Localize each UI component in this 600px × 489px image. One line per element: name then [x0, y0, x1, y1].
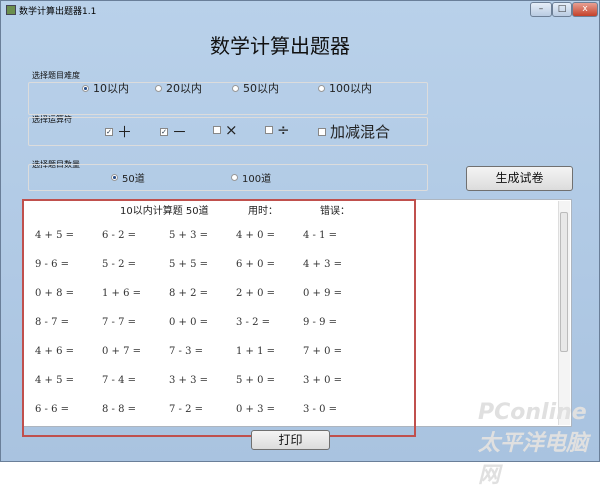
option-label: 20以内	[166, 82, 202, 95]
minimize-button[interactable]: –	[530, 2, 552, 17]
radio-button[interactable]	[111, 174, 118, 181]
operator-option[interactable]: ×	[213, 121, 238, 139]
count-option[interactable]: 100道	[231, 170, 271, 185]
option-label: ÷	[277, 121, 290, 139]
option-label: 50道	[122, 174, 145, 185]
radio-button[interactable]	[232, 84, 239, 92]
page-title: 数学计算出题器	[210, 34, 350, 58]
difficulty-option[interactable]: 100以内	[318, 80, 372, 96]
difficulty-option[interactable]: 10以内	[82, 80, 129, 96]
checkbox[interactable]: ✓	[105, 127, 113, 136]
option-label: ×	[225, 121, 238, 139]
option-label: 加减混合	[330, 123, 391, 141]
option-label: 100以内	[329, 82, 372, 95]
checkbox[interactable]	[265, 126, 273, 134]
count-option[interactable]: 50道	[111, 170, 145, 185]
checkbox[interactable]	[213, 126, 221, 134]
radio-button[interactable]	[231, 174, 238, 181]
app-icon	[6, 5, 16, 15]
radio-button[interactable]	[155, 84, 162, 92]
option-label: 10以内	[93, 82, 129, 95]
maximize-button[interactable]: □	[552, 2, 572, 17]
option-label: ＋	[117, 123, 133, 141]
checkbox[interactable]	[318, 127, 326, 136]
option-label: －	[172, 123, 188, 141]
window-title: 数学计算出题器1.1	[19, 7, 97, 17]
radio-button[interactable]	[82, 84, 89, 92]
highlight-box	[22, 199, 416, 437]
difficulty-option[interactable]: 50以内	[232, 80, 279, 96]
operator-option[interactable]: ✓ ＋	[105, 121, 132, 142]
generate-button[interactable]: 生成试卷	[466, 166, 573, 191]
operator-option[interactable]: ÷	[265, 121, 290, 139]
operator-option[interactable]: 加减混合	[318, 121, 390, 142]
checkbox[interactable]: ✓	[160, 127, 168, 136]
count-group	[28, 164, 428, 191]
difficulty-option[interactable]: 20以内	[155, 80, 202, 96]
difficulty-label: 选择题目难度	[32, 71, 80, 80]
print-button[interactable]: 打印	[251, 430, 330, 450]
option-label: 100道	[242, 174, 272, 185]
scrollbar-thumb[interactable]	[560, 212, 568, 352]
operator-option[interactable]: ✓ －	[160, 121, 187, 142]
option-label: 50以内	[243, 82, 279, 95]
close-button[interactable]: x	[572, 2, 598, 17]
radio-button[interactable]	[318, 84, 325, 92]
watermark: PConline 太平洋电脑网	[478, 400, 589, 488]
title-bar: 数学计算出题器1.1 – □ x	[1, 1, 600, 19]
